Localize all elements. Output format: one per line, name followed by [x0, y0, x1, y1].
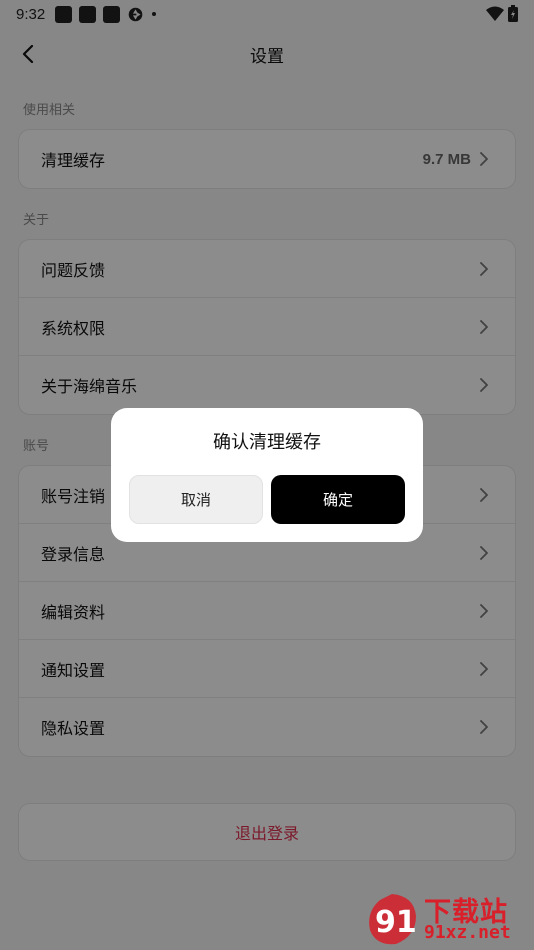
dialog-title: 确认清理缓存: [213, 432, 321, 453]
watermark: 91 下载站 91xz.net: [362, 890, 532, 948]
cancel-button[interactable]: 取消: [129, 475, 263, 524]
watermark-logo-icon: 91: [369, 894, 417, 945]
confirm-clear-cache-dialog: 确认清理缓存 取消 确定: [111, 408, 423, 542]
watermark-logo-text: 91: [375, 905, 417, 940]
watermark-url: 91xz.net: [424, 922, 511, 943]
confirm-button[interactable]: 确定: [271, 475, 405, 524]
